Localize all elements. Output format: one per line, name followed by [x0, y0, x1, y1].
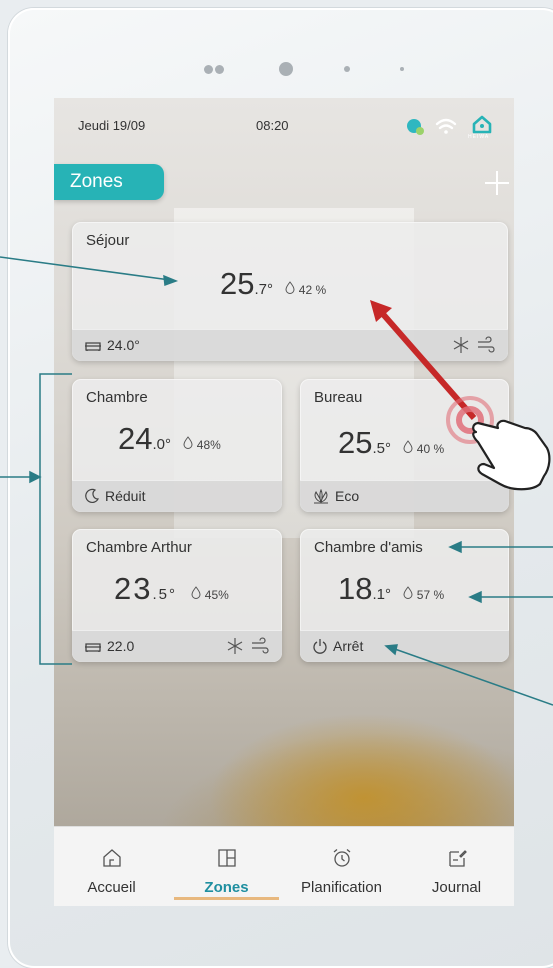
status-time: 08:20	[256, 118, 289, 133]
humidity-value: 57 %	[416, 588, 445, 602]
zone-name: Bureau	[314, 389, 363, 406]
add-zone-button[interactable]	[482, 168, 512, 198]
moon-icon	[85, 488, 100, 503]
zone-setpoint: 24.0°	[107, 337, 140, 353]
nav-label: Accueil	[87, 879, 136, 896]
fan-wind-icon	[478, 336, 495, 353]
nav-zones[interactable]: Zones	[169, 827, 284, 906]
zone-humidity: 48%	[183, 436, 221, 452]
status-bar: Jeudi 19/09 08:20 HEIWA	[54, 98, 514, 148]
status-icons: HEIWA	[404, 110, 504, 140]
fan-wind-icon	[252, 637, 269, 654]
zone-temperature: 18.1° 57 %	[338, 571, 444, 607]
zone-humidity: 42 %	[285, 281, 327, 297]
snowflake-icon	[453, 337, 469, 353]
zone-temperature: 25.5° 40 %	[338, 425, 444, 461]
zone-footer: Arrêt	[300, 630, 509, 662]
status-date: Jeudi 19/09	[78, 118, 146, 133]
journal-icon	[449, 850, 467, 867]
temp-integer: 18	[338, 571, 373, 606]
camera-sensor-left-2	[215, 65, 224, 74]
zone-name: Chambre	[86, 389, 148, 406]
zone-temperature: 23.5° 45%	[114, 571, 229, 607]
zone-name: Chambre Arthur	[86, 539, 192, 556]
zone-card-chambre[interactable]: Chambre 24.0° 48% Réduit	[72, 379, 282, 512]
bottom-navigation: Accueil Zones Planification Journal	[54, 826, 514, 906]
light-sensor	[344, 66, 350, 72]
zone-name: Séjour	[86, 232, 130, 249]
zone-footer: 22.0	[72, 630, 282, 662]
zone-footer: Réduit	[72, 480, 282, 512]
zone-mode: Eco	[335, 488, 360, 504]
temp-integer: 23	[114, 571, 153, 606]
zones-title-tab[interactable]: Zones	[54, 164, 164, 200]
temp-decimal: .5°	[372, 440, 391, 457]
zones-icon	[218, 849, 236, 867]
zone-card-chambre-damis[interactable]: Chambre d'amis 18.1° 57 % Arrêt	[300, 529, 509, 662]
zone-temperature: 25.7° 42 %	[220, 266, 326, 302]
nav-planification[interactable]: Planification	[284, 827, 399, 906]
plus-icon	[485, 171, 509, 195]
humidity-drop-icon	[403, 586, 413, 599]
temp-decimal: .7°	[254, 281, 273, 298]
nav-label: Planification	[301, 879, 382, 896]
humidity-drop-icon	[191, 586, 201, 599]
humidity-value: 42 %	[298, 283, 327, 297]
sofa-icon	[85, 342, 101, 351]
proximity-sensor	[400, 67, 404, 71]
humidity-value: 48%	[196, 438, 221, 452]
temp-integer: 25	[338, 425, 373, 460]
camera-lens	[279, 62, 293, 76]
temp-decimal: .5°	[152, 586, 177, 603]
power-icon	[313, 639, 327, 654]
wifi-icon	[435, 118, 457, 134]
nav-accueil[interactable]: Accueil	[54, 827, 169, 906]
temp-decimal: .0°	[152, 436, 171, 453]
temp-integer: 24	[118, 421, 153, 456]
nav-active-underline	[174, 897, 279, 900]
zone-footer: Eco	[300, 480, 509, 512]
zone-mode: Arrêt	[333, 638, 364, 654]
nav-label: Journal	[431, 879, 482, 896]
humidity-drop-icon	[183, 436, 193, 449]
weather-icon	[407, 119, 424, 135]
heiwa-logo-icon	[472, 115, 492, 134]
sofa-icon	[85, 643, 101, 652]
zone-name: Chambre d'amis	[314, 539, 423, 556]
heiwa-logo-text: HEIWA	[468, 134, 490, 140]
zone-card-sejour[interactable]: Séjour 25.7° 42 % 24.0°	[72, 222, 508, 361]
snowflake-icon	[227, 638, 243, 654]
eco-leaf-icon	[314, 488, 328, 504]
zone-card-bureau[interactable]: Bureau 25.5° 40 % Eco	[300, 379, 509, 512]
zone-humidity: 57 %	[403, 586, 445, 602]
temp-integer: 25	[220, 266, 255, 301]
zone-humidity: 40 %	[403, 440, 445, 456]
nav-journal[interactable]: Journal	[399, 827, 514, 906]
zone-footer: 24.0°	[72, 329, 508, 361]
alarm-clock-icon	[333, 849, 351, 867]
humidity-drop-icon	[285, 281, 295, 294]
humidity-value: 40 %	[416, 442, 445, 456]
home-icon	[103, 849, 121, 867]
zone-setpoint: 22.0	[107, 638, 135, 654]
zone-card-chambre-arthur[interactable]: Chambre Arthur 23.5° 45% 22.0	[72, 529, 282, 662]
humidity-drop-icon	[403, 440, 413, 453]
humidity-value: 45%	[204, 588, 229, 602]
zone-humidity: 45%	[191, 586, 229, 602]
zone-temperature: 24.0° 48%	[118, 421, 221, 457]
temp-decimal: .1°	[372, 586, 391, 603]
screen: Jeudi 19/09 08:20 HEIWA Zones Séjour 25.…	[54, 98, 514, 906]
camera-sensor-left	[204, 65, 213, 74]
zone-mode: Réduit	[105, 488, 146, 504]
nav-label: Zones	[204, 879, 249, 896]
